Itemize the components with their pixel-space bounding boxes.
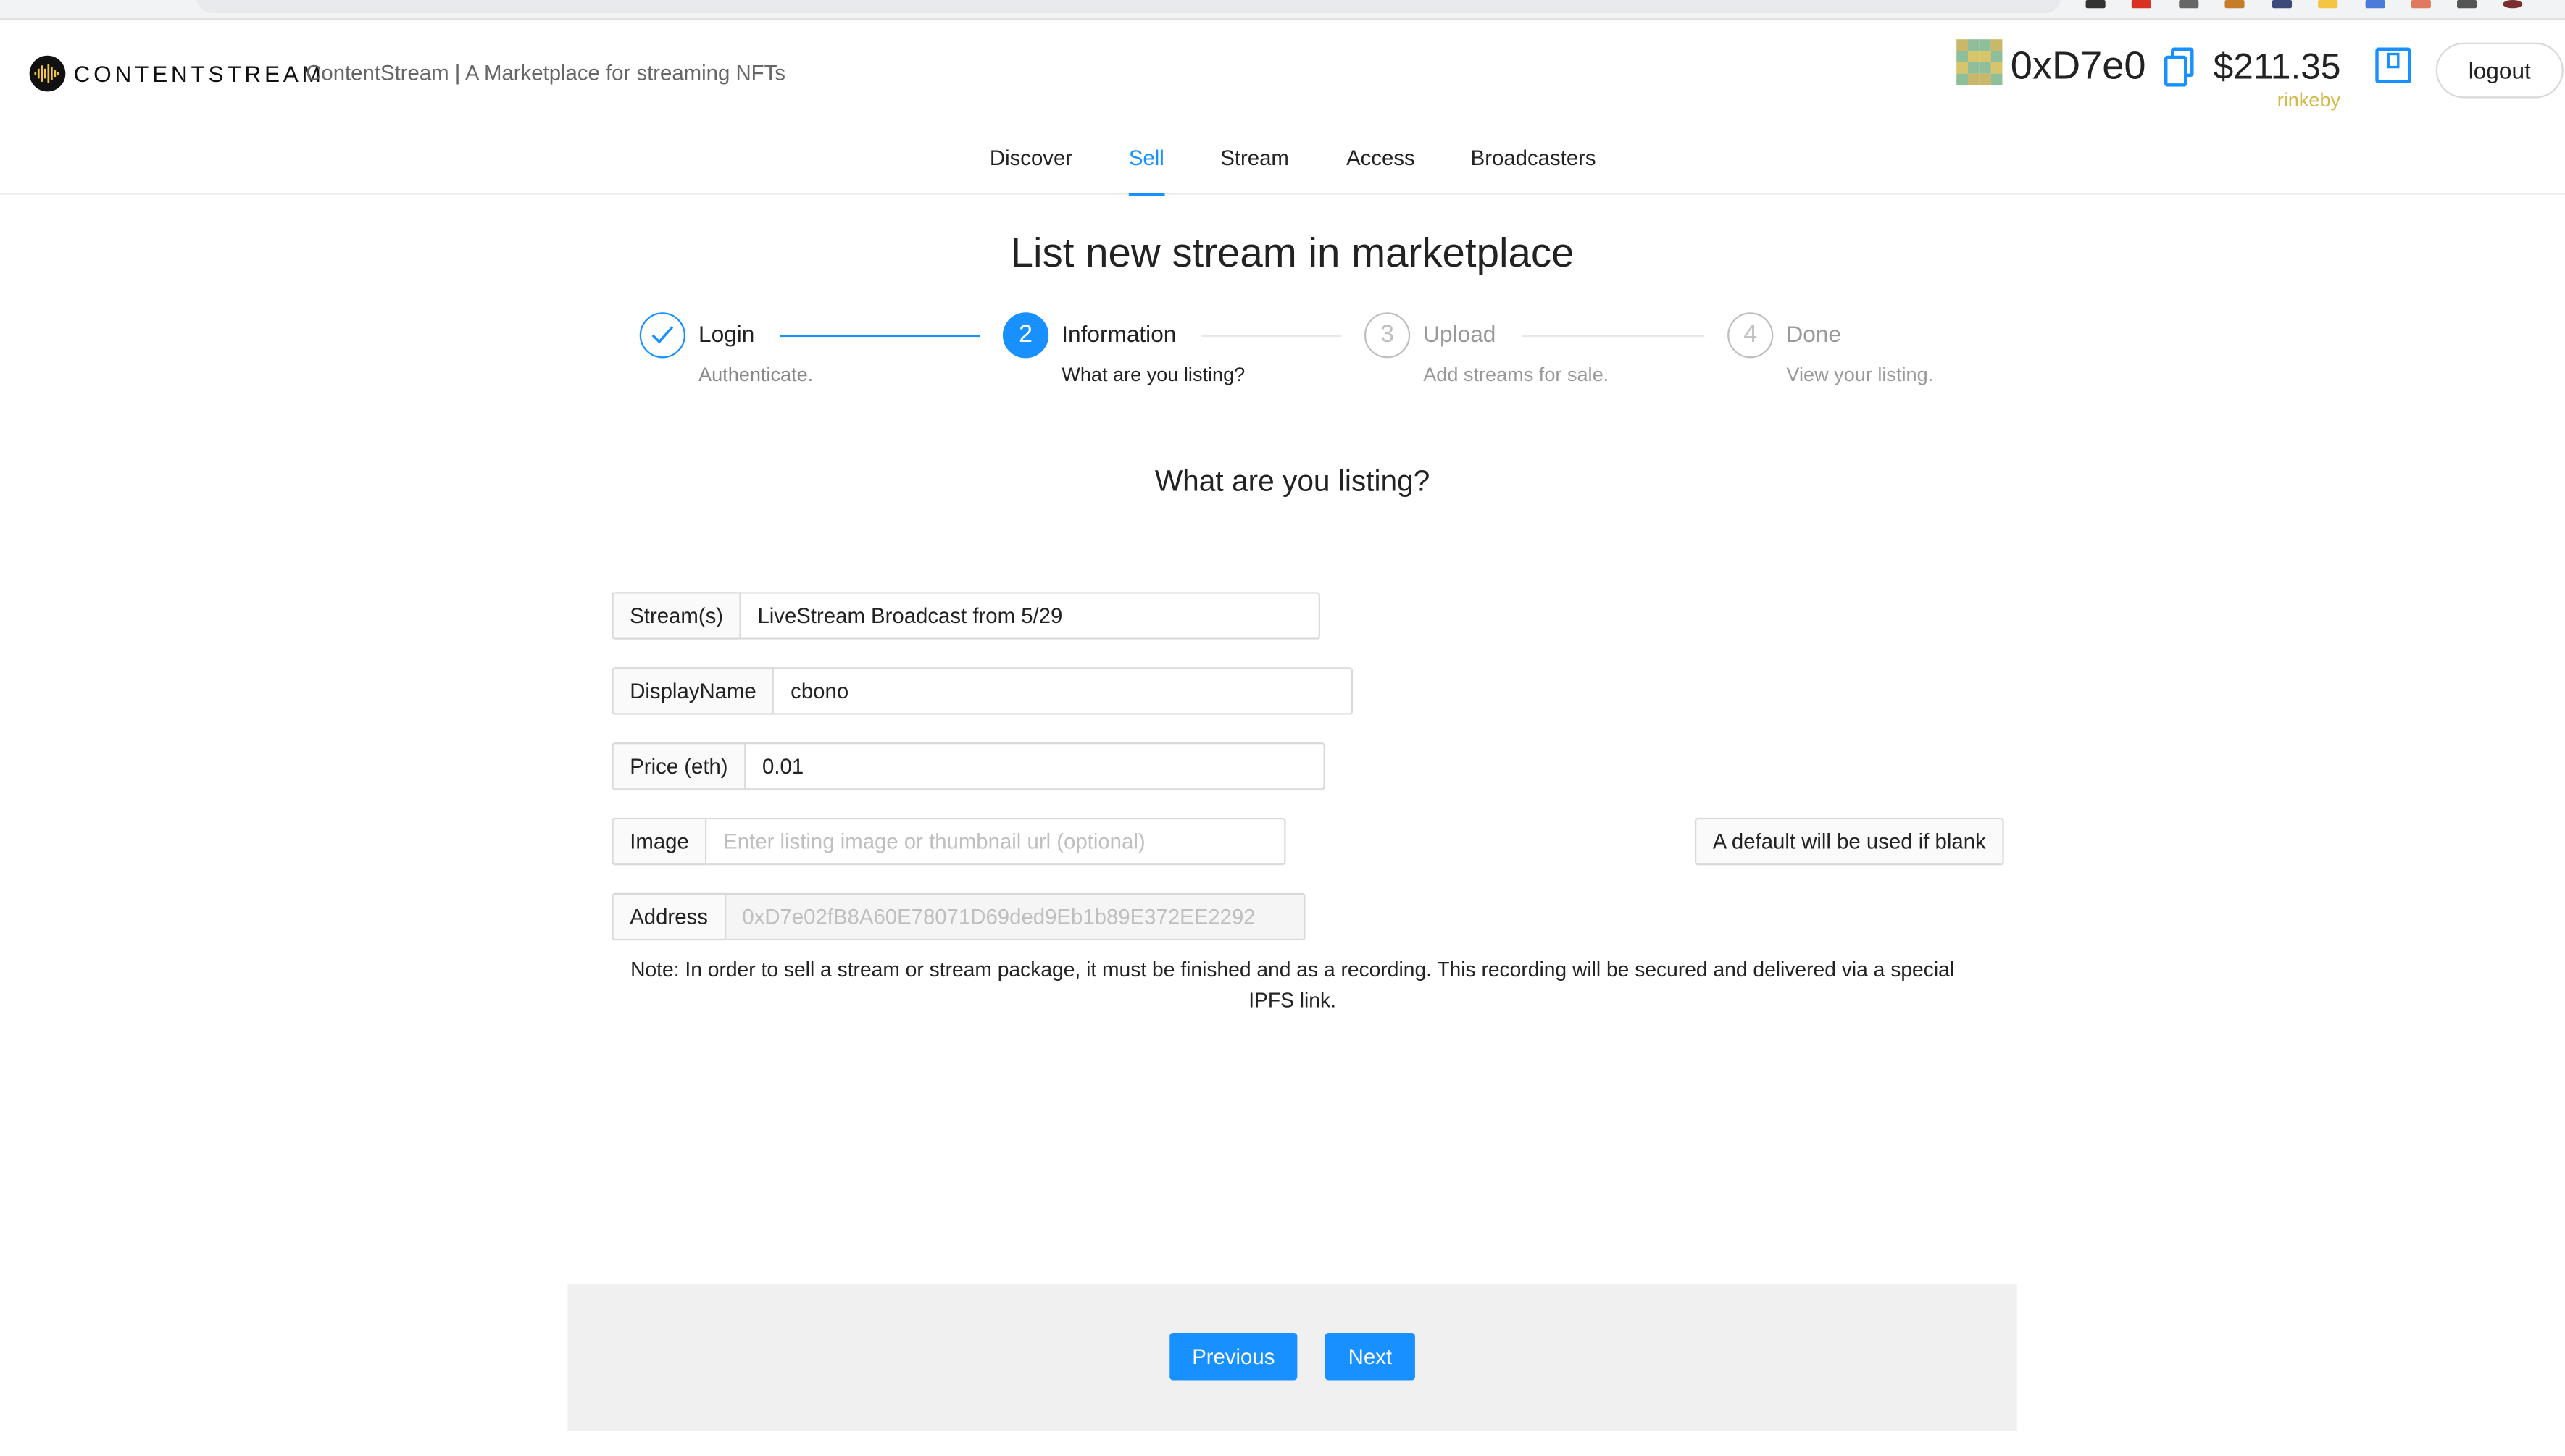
display-name-field: DisplayName xyxy=(612,667,1354,715)
step-description: View your listing. xyxy=(1786,363,1934,386)
step-connector xyxy=(1521,335,1705,338)
image-field: Image xyxy=(612,817,1286,866)
account-address: 0xD7e0 xyxy=(2010,43,2146,88)
address-field: Address xyxy=(612,892,1305,941)
logo-text[interactable]: CONTENTSTREAM xyxy=(74,61,325,87)
image-default-hint: A default will be used if blank xyxy=(1694,817,2004,866)
extension-icon[interactable] xyxy=(2131,0,2151,9)
nav-access[interactable]: Access xyxy=(1346,146,1415,195)
soundwave-logo-icon[interactable] xyxy=(29,55,66,92)
step-title: Information xyxy=(1062,320,1177,347)
step-title: Upload xyxy=(1423,320,1496,347)
nav-broadcasters[interactable]: Broadcasters xyxy=(1471,146,1596,195)
logout-button[interactable]: logout xyxy=(2435,42,2564,99)
streams-label: Stream(s) xyxy=(612,592,741,640)
streams-input[interactable] xyxy=(741,592,1321,640)
next-button[interactable]: Next xyxy=(1325,1333,1415,1381)
browser-toolbar xyxy=(0,0,2565,20)
step-title: Done xyxy=(1786,320,1841,347)
extension-icon[interactable] xyxy=(2272,0,2293,9)
price-label: Price (eth) xyxy=(612,742,746,790)
display-name-label: DisplayName xyxy=(612,667,775,715)
nav-discover[interactable]: Discover xyxy=(990,146,1072,195)
check-icon xyxy=(639,312,685,359)
nav-stream[interactable]: Stream xyxy=(1220,146,1289,195)
streams-field: Stream(s) xyxy=(612,592,1321,640)
address-bar[interactable] xyxy=(196,0,2061,14)
copy-icon[interactable] xyxy=(2164,47,2194,87)
price-input[interactable] xyxy=(746,742,1325,790)
extension-icon[interactable] xyxy=(2457,0,2477,9)
address-input xyxy=(725,892,1305,941)
image-url-input[interactable] xyxy=(706,817,1286,866)
address-label: Address xyxy=(612,892,726,941)
network-name: rinkeby xyxy=(2277,88,2341,112)
wallet-icon[interactable] xyxy=(2375,47,2411,84)
step-connector xyxy=(1201,335,1342,338)
site-header: CONTENTSTREAM ContentStream | A Marketpl… xyxy=(0,21,2565,196)
step-number: 3 xyxy=(1364,312,1411,359)
profile-icon[interactable] xyxy=(2503,0,2523,9)
extension-icon[interactable] xyxy=(2365,0,2385,9)
image-label: Image xyxy=(612,817,707,866)
account-balance: $211.35 xyxy=(2213,46,2341,87)
display-name-input[interactable] xyxy=(774,667,1354,715)
nav-sell[interactable]: Sell xyxy=(1128,146,1164,196)
step-title: Login xyxy=(698,320,755,347)
price-field: Price (eth) xyxy=(612,742,1325,790)
account-avatar xyxy=(1956,39,2003,85)
step-number: 2 xyxy=(1002,312,1049,359)
step-description: Authenticate. xyxy=(698,363,814,386)
extension-icon[interactable] xyxy=(2224,0,2245,9)
section-title: What are you listing? xyxy=(1154,464,1430,498)
step-number: 4 xyxy=(1727,312,1774,359)
extension-icon[interactable] xyxy=(2318,0,2338,9)
extension-icon[interactable] xyxy=(2411,0,2431,9)
extension-icon[interactable] xyxy=(2179,0,2199,9)
site-tagline: ContentStream | A Marketplace for stream… xyxy=(306,60,785,85)
step-connector xyxy=(780,335,980,338)
listing-note: Note: In order to sell a stream or strea… xyxy=(630,958,1955,1013)
step-description: Add streams for sale. xyxy=(1423,363,1609,386)
previous-button[interactable]: Previous xyxy=(1169,1333,1298,1381)
main-nav: Discover Sell Stream Access Broadcasters xyxy=(0,146,2565,196)
page-title: List new stream in marketplace xyxy=(1010,230,1575,277)
extension-icon[interactable] xyxy=(2085,0,2106,9)
step-description: What are you listing? xyxy=(1062,363,1246,386)
